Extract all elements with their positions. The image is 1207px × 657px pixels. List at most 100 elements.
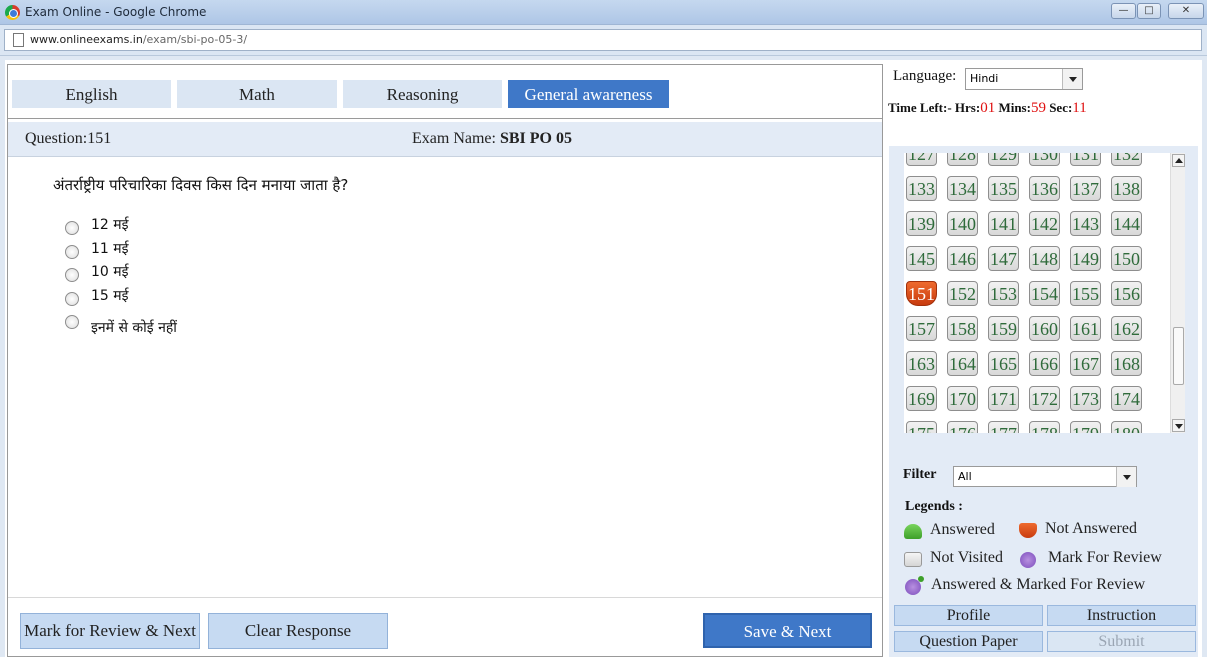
palette-question-159[interactable]: 159 (988, 316, 1019, 341)
submit-button[interactable]: Submit (1047, 631, 1196, 652)
tab-math[interactable]: Math (177, 80, 337, 108)
palette-question-170[interactable]: 170 (947, 386, 978, 411)
palette-question-171[interactable]: 171 (988, 386, 1019, 411)
palette-question-136[interactable]: 136 (1029, 176, 1060, 201)
chrome-icon (5, 5, 20, 20)
url-text: www.onlineexams.in/exam/sbi-po-05-3/ (30, 33, 247, 46)
tab-general-awareness[interactable]: General awareness (508, 80, 669, 108)
palette-question-163[interactable]: 163 (906, 351, 937, 376)
profile-button[interactable]: Profile (894, 605, 1043, 626)
palette-question-133[interactable]: 133 (906, 176, 937, 201)
option-radio[interactable] (65, 292, 79, 306)
palette-question-142[interactable]: 142 (1029, 211, 1060, 236)
question-number: Question:151 (25, 130, 112, 147)
palette-question-141[interactable]: 141 (988, 211, 1019, 236)
palette-question-172[interactable]: 172 (1029, 386, 1060, 411)
scroll-thumb[interactable] (1173, 327, 1184, 385)
scroll-down-icon[interactable] (1172, 419, 1185, 432)
option-radio[interactable] (65, 315, 79, 329)
exam-name: Exam Name: SBI PO 05 (412, 130, 572, 148)
clear-response-button[interactable]: Clear Response (208, 613, 388, 649)
palette-question-128[interactable]: 128 (947, 153, 978, 166)
question-info-bar: Question:151 Exam Name: SBI PO 05 (8, 122, 882, 157)
option-radio[interactable] (65, 221, 79, 235)
question-text: अंतर्राष्ट्रीय परिचारिका दिवस किस दिन मन… (53, 176, 349, 194)
exam-name-label: Exam Name: (412, 130, 496, 147)
palette-question-150[interactable]: 150 (1111, 246, 1142, 271)
mark-for-review-next-button[interactable]: Mark for Review & Next (20, 613, 200, 649)
palette-question-140[interactable]: 140 (947, 211, 978, 236)
url-field[interactable]: www.onlineexams.in/exam/sbi-po-05-3/ (4, 29, 1202, 51)
question-paper-button[interactable]: Question Paper (894, 631, 1043, 652)
exam-page: English Math Reasoning General awareness… (5, 60, 1202, 657)
option-label: 10 मई (91, 264, 129, 280)
option-label: 15 मई (91, 288, 129, 304)
question-palette: 127 128 129 130 131 132 133 134 135 136 137 138 139 1… (904, 153, 1170, 433)
hrs-label: Hrs: (954, 100, 981, 115)
mins-label: Mins: (998, 100, 1031, 115)
language-select[interactable]: Hindi (965, 68, 1083, 90)
scroll-up-icon[interactable] (1172, 154, 1185, 167)
palette-question-127[interactable]: 127 (906, 153, 937, 166)
palette-question-173[interactable]: 173 (1070, 386, 1101, 411)
minimize-button[interactable]: — (1111, 3, 1136, 19)
sidebar: Language: Hindi Time Left:- Hrs:01 Mins:… (885, 60, 1202, 657)
palette-question-129[interactable]: 129 (988, 153, 1019, 166)
palette-question-134[interactable]: 134 (947, 176, 978, 201)
sec-value: 11 (1072, 100, 1087, 116)
option-label: 12 मई (91, 217, 129, 233)
palette-question-158[interactable]: 158 (947, 316, 978, 341)
palette-question-180[interactable]: 180 (1111, 421, 1142, 433)
palette-question-131[interactable]: 131 (1070, 153, 1101, 166)
palette-question-175[interactable]: 175 (906, 421, 937, 433)
palette-question-178[interactable]: 178 (1029, 421, 1060, 433)
palette-question-144[interactable]: 144 (1111, 211, 1142, 236)
filter-select[interactable]: All (953, 466, 1137, 487)
palette-scrollbar[interactable] (1170, 153, 1185, 433)
palette-question-166[interactable]: 166 (1029, 351, 1060, 376)
palette-question-153[interactable]: 153 (988, 281, 1019, 306)
filter-value: All (958, 470, 972, 483)
palette-question-169[interactable]: 169 (906, 386, 937, 411)
option-radio[interactable] (65, 268, 79, 282)
palette-question-174[interactable]: 174 (1111, 386, 1142, 411)
palette-question-143[interactable]: 143 (1070, 211, 1101, 236)
palette-question-167[interactable]: 167 (1070, 351, 1101, 376)
palette-question-135[interactable]: 135 (988, 176, 1019, 201)
instruction-button[interactable]: Instruction (1047, 605, 1196, 626)
palette-question-146[interactable]: 146 (947, 246, 978, 271)
save-next-button[interactable]: Save & Next (703, 613, 872, 648)
close-button[interactable]: ✕ (1168, 3, 1204, 19)
palette-question-164[interactable]: 164 (947, 351, 978, 376)
legend-label: Mark For Review (1048, 549, 1162, 566)
palette-question-168[interactable]: 168 (1111, 351, 1142, 376)
exam-name-value: SBI PO 05 (499, 130, 572, 147)
palette-question-154[interactable]: 154 (1029, 281, 1060, 306)
palette-question-132[interactable]: 132 (1111, 153, 1142, 166)
palette-question-165[interactable]: 165 (988, 351, 1019, 376)
palette-question-160[interactable]: 160 (1029, 316, 1060, 341)
palette-question-145[interactable]: 145 (906, 246, 937, 271)
palette-question-161[interactable]: 161 (1070, 316, 1101, 341)
palette-question-148[interactable]: 148 (1029, 246, 1060, 271)
palette-question-137[interactable]: 137 (1070, 176, 1101, 201)
palette-question-157[interactable]: 157 (906, 316, 937, 341)
maximize-button[interactable]: □ (1137, 3, 1161, 19)
palette-question-138[interactable]: 138 (1111, 176, 1142, 201)
palette-question-176[interactable]: 176 (947, 421, 978, 433)
palette-question-130[interactable]: 130 (1029, 153, 1060, 166)
palette-question-177[interactable]: 177 (988, 421, 1019, 433)
tab-reasoning[interactable]: Reasoning (343, 80, 502, 108)
palette-question-147[interactable]: 147 (988, 246, 1019, 271)
tab-english[interactable]: English (12, 80, 171, 108)
palette-question-139[interactable]: 139 (906, 211, 937, 236)
palette-question-152[interactable]: 152 (947, 281, 978, 306)
sec-label: Sec: (1049, 100, 1073, 115)
palette-question-155[interactable]: 155 (1070, 281, 1101, 306)
palette-question-162[interactable]: 162 (1111, 316, 1142, 341)
option-radio[interactable] (65, 245, 79, 259)
palette-question-156[interactable]: 156 (1111, 281, 1142, 306)
palette-question-151[interactable]: 151 (906, 281, 937, 306)
palette-question-179[interactable]: 179 (1070, 421, 1101, 433)
palette-question-149[interactable]: 149 (1070, 246, 1101, 271)
